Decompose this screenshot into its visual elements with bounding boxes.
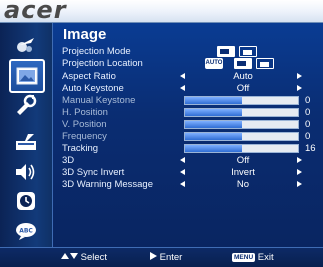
right-arrow-icon	[150, 252, 157, 260]
option-value: Off	[236, 83, 250, 94]
menu-row-3d-sync-invert[interactable]: 3D Sync Invert Invert	[53, 167, 323, 178]
slider-value: 0	[305, 107, 311, 118]
left-arrow-icon[interactable]	[180, 85, 185, 91]
slider-track[interactable]	[184, 132, 299, 141]
slider-fill	[185, 133, 242, 140]
audio-icon[interactable]	[12, 160, 40, 184]
language-icon[interactable]: ABC	[12, 219, 40, 243]
top-banner: acer	[0, 0, 323, 24]
svg-text:ABC: ABC	[19, 228, 33, 235]
exit-hint: MENU Exit	[232, 248, 274, 267]
left-arrow-icon[interactable]	[180, 181, 185, 187]
menu-row-label: Frequency	[62, 131, 107, 142]
slider-track[interactable]	[184, 120, 299, 129]
select-hint-label: Select	[80, 252, 108, 263]
right-arrow-icon[interactable]	[297, 169, 302, 175]
settings-icon[interactable]	[12, 93, 40, 117]
rear-projection-icon[interactable]	[239, 46, 257, 57]
left-arrow-icon[interactable]	[180, 73, 185, 79]
slider-fill	[185, 121, 242, 128]
image-menu-panel: Image Projection Mode Projection Location…	[53, 23, 323, 247]
enter-hint-label: Enter	[159, 252, 183, 263]
menu-row-h-position[interactable]: H. Position 0	[53, 107, 323, 118]
menu-key-badge: MENU	[232, 253, 256, 262]
menu-row-aspect-ratio[interactable]: Aspect Ratio Auto	[53, 71, 323, 82]
select-hint: Select	[60, 248, 107, 267]
option-value: Auto	[233, 71, 253, 82]
right-arrow-icon[interactable]	[297, 73, 302, 79]
option-value: Off	[236, 155, 250, 166]
menu-row-label: 3D	[62, 155, 75, 166]
slider-track[interactable]	[184, 96, 299, 105]
management-icon[interactable]	[12, 130, 40, 154]
ceiling-icon[interactable]	[256, 58, 274, 69]
menu-row-3d-warning-message[interactable]: 3D Warning Message No	[53, 179, 323, 190]
menu-row-label: Auto Keystone	[62, 83, 124, 94]
menu-row-tracking[interactable]: Tracking 16	[53, 143, 323, 154]
right-arrow-icon[interactable]	[297, 181, 302, 187]
menu-row-label: Manual Keystone	[62, 95, 136, 106]
slider-fill	[185, 109, 242, 116]
key-hint-bar: Select Enter MENU Exit	[0, 247, 323, 267]
menu-row-label: Projection Location	[62, 58, 143, 69]
page-title: Image	[63, 26, 107, 43]
slider-track[interactable]	[184, 108, 299, 117]
right-arrow-icon[interactable]	[297, 85, 302, 91]
slider-fill	[185, 97, 242, 104]
osd-sidebar: ABC	[0, 23, 53, 247]
menu-row-label: V. Position	[62, 119, 107, 130]
menu-row-v-position[interactable]: V. Position 0	[53, 119, 323, 130]
left-arrow-icon[interactable]	[180, 157, 185, 163]
option-value: No	[236, 179, 250, 190]
exit-hint-label: Exit	[257, 252, 274, 263]
slider-fill	[185, 145, 242, 152]
auto-location-icon[interactable]: AUTO	[205, 58, 223, 69]
timer-icon[interactable]	[12, 189, 40, 213]
slider-value: 0	[305, 95, 311, 106]
slider-value: 0	[305, 119, 311, 130]
menu-row-label: H. Position	[62, 107, 108, 118]
menu-row-label: 3D Warning Message	[62, 179, 153, 190]
enter-hint: Enter	[150, 248, 182, 267]
right-arrow-icon[interactable]	[297, 157, 302, 163]
slider-value: 16	[305, 143, 316, 154]
menu-row-frequency[interactable]: Frequency 0	[53, 131, 323, 142]
desktop-icon[interactable]	[234, 58, 252, 69]
menu-row-label: Tracking	[62, 143, 99, 154]
menu-row-projection-location[interactable]: Projection Location AUTO	[53, 58, 323, 69]
slider-track[interactable]	[184, 144, 299, 153]
menu-row-manual-keystone[interactable]: Manual Keystone 0	[53, 95, 323, 106]
menu-row-auto-keystone[interactable]: Auto Keystone Off	[53, 83, 323, 94]
menu-row-label: Projection Mode	[62, 46, 131, 57]
menu-row-label: Aspect Ratio	[62, 71, 116, 82]
image-icon[interactable]	[9, 59, 45, 93]
menu-row-projection-mode[interactable]: Projection Mode	[53, 46, 323, 57]
option-value: Invert	[231, 167, 255, 178]
menu-row-3d[interactable]: 3D Off	[53, 155, 323, 166]
front-projection-icon[interactable]	[217, 46, 235, 57]
left-arrow-icon[interactable]	[180, 169, 185, 175]
color-icon[interactable]	[12, 33, 40, 57]
menu-row-label: 3D Sync Invert	[62, 167, 125, 178]
slider-value: 0	[305, 131, 311, 142]
acer-logo: acer	[4, 0, 67, 24]
up-down-arrows-icon	[61, 253, 78, 259]
